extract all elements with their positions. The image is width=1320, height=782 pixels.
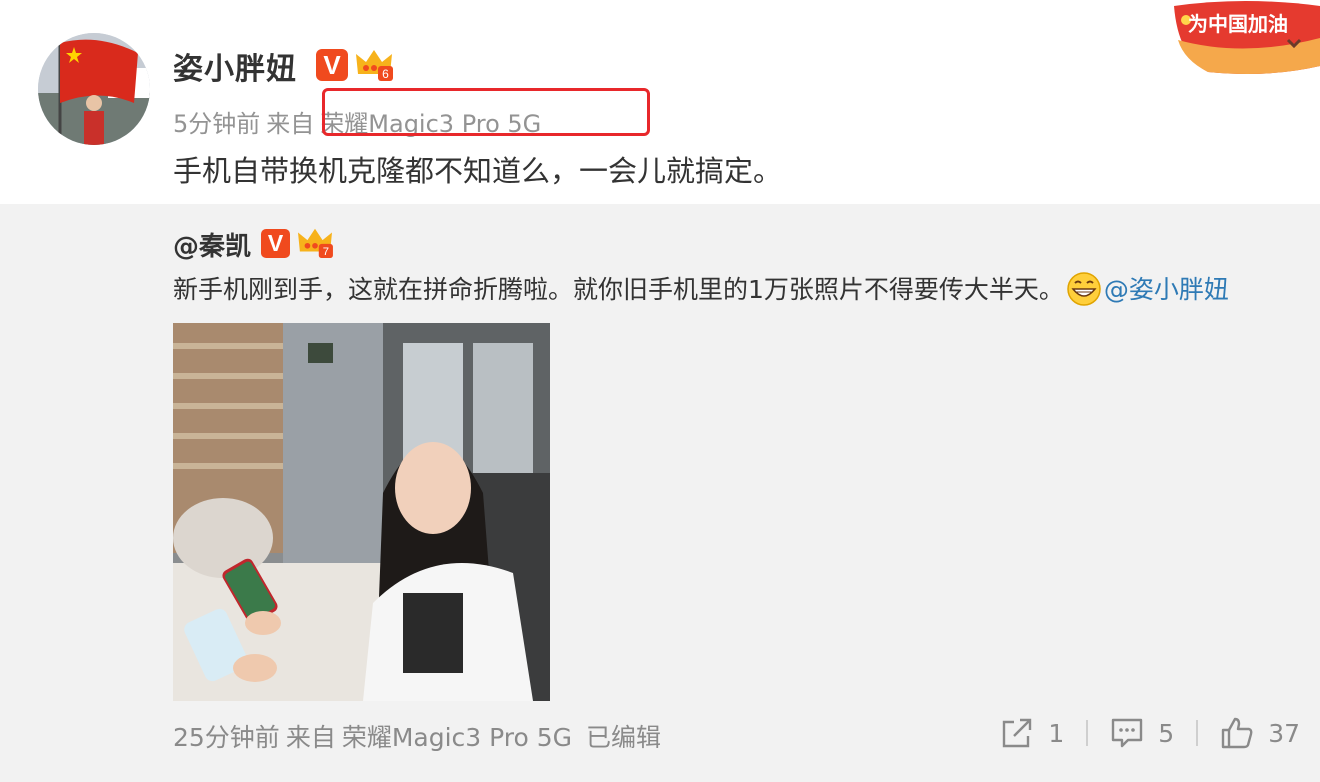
divider [1086,720,1089,746]
comment-count: 5 [1158,718,1175,748]
repost-text-line: 新手机刚到手，这就在拼命折腾啦。就你旧手机里的1万张照片不得要传大半天。 @姿小… [173,270,1229,307]
repost-source[interactable]: 荣耀Magic3 Pro 5G [342,723,572,752]
avatar[interactable] [38,33,150,145]
post-text: 手机自带换机克隆都不知道么，一会儿就搞定。 [173,154,783,188]
repost-count: 1 [1048,718,1065,748]
repost-meta: 25分钟前 来自 荣耀Magic3 Pro 5G 已编辑 [173,718,675,754]
action-bar: 1 5 37 [1000,716,1300,750]
repost-crown-icon[interactable]: 7 [296,225,334,259]
post-source-prefix: 来自 [266,110,315,138]
vip-badge[interactable]: V [316,49,348,81]
repost-photo-image [173,323,550,701]
repost-vip-badge[interactable]: V [261,229,290,258]
comment-icon [1112,718,1143,748]
edited-label[interactable]: 已编辑 [586,723,661,752]
comment-button[interactable]: 5 [1110,716,1174,750]
avatar-image [38,33,150,145]
divider [1196,720,1199,746]
post-author-name[interactable]: 姿小胖妞 [173,44,297,88]
promo-banner[interactable]: 为中国加油 [1168,0,1320,80]
post-time[interactable]: 5分钟前 [173,110,260,138]
share-icon [1003,718,1032,748]
crown-icon[interactable]: 6 [354,46,394,82]
like-button[interactable]: 37 [1220,716,1300,750]
repost-mention[interactable]: @姿小胖妞 [1104,275,1229,304]
repost-text: 新手机刚到手，这就在拼命折腾啦。就你旧手机里的1万张照片不得要传大半天。 [173,275,1064,304]
repost-author-name[interactable]: @秦凯 [173,226,251,263]
like-count: 37 [1268,718,1300,748]
repost-time[interactable]: 25分钟前 [173,723,280,752]
grin-emoji-icon [1067,272,1101,306]
repost-source-prefix: 来自 [285,723,336,752]
crown-level: 6 [382,67,389,81]
thumbs-up-icon [1221,717,1253,749]
repost-photo[interactable] [173,323,550,701]
repost-button[interactable]: 1 [1000,716,1064,750]
repost-crown-level: 7 [323,246,329,258]
source-highlight-box [322,88,650,136]
promo-banner-text: 为中国加油 [1188,12,1288,36]
